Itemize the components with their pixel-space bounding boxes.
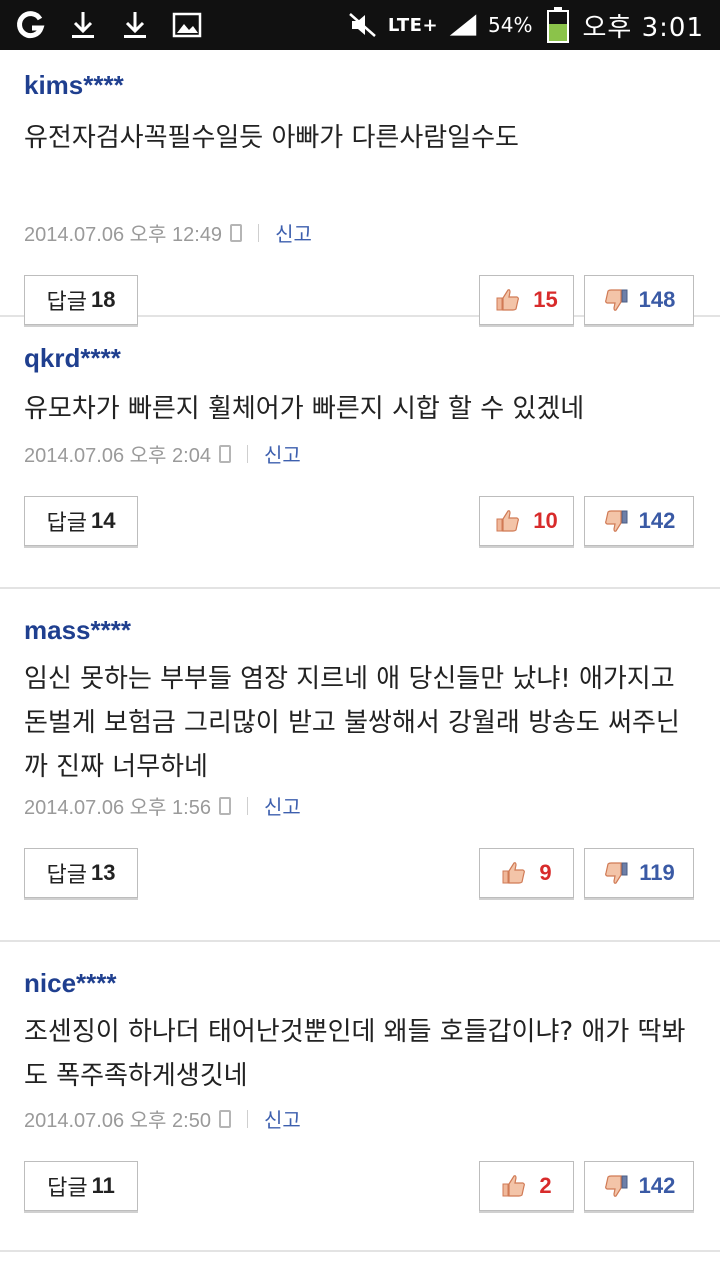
comment-username[interactable]: qkrd**** [24, 343, 121, 374]
report-link[interactable]: 신고 [275, 218, 312, 247]
comment-item: qkrd**** 유모차가 빠른지 휠체어가 빠른지 시합 할 수 있겠네 20… [0, 317, 720, 589]
like-count: 10 [533, 508, 558, 533]
dislike-count: 148 [638, 287, 676, 312]
thumbs-up-icon [496, 510, 520, 532]
thumbs-down-icon [604, 289, 628, 311]
reply-count: 13 [91, 860, 116, 885]
mobile-icon [218, 796, 231, 815]
comment-text: 임신 못하는 부부들 염장 지르네 애 당신들만 났냐! 애가지고 돈벌게 보험… [24, 664, 680, 782]
thumbs-down-icon [604, 1175, 628, 1197]
mute-icon [348, 10, 378, 40]
reply-label: 답글 [47, 1175, 88, 1200]
status-bar: LTE+ 54% 오후 3:01 [0, 0, 720, 50]
reply-count: 11 [91, 1173, 115, 1198]
battery-icon [543, 7, 573, 43]
download-icon [120, 10, 150, 40]
reply-button[interactable]: 답글 13 [24, 848, 138, 898]
report-link[interactable]: 신고 [264, 791, 301, 820]
comment-meta: 2014.07.06 오후 2:50 신고 [24, 1104, 301, 1133]
comment-date: 2014.07.06 오후 12:49 [24, 224, 223, 246]
comment-date: 2014.07.06 오후 2:04 [24, 445, 211, 467]
thumbs-up-icon [496, 289, 520, 311]
comment-username[interactable]: mass**** [24, 615, 131, 646]
comment-text: 조센징이 하나더 태어난것뿐인데 왜들 호들갑이냐? 애가 딱봐도 폭주족하게생… [24, 1017, 686, 1091]
divider [246, 444, 248, 463]
dislike-button[interactable]: 119 [584, 848, 694, 898]
comment-item: mass**** 임신 못하는 부부들 염장 지르네 애 당신들만 났냐! 애가… [0, 589, 720, 942]
reply-label: 답글 [46, 510, 87, 535]
reply-button[interactable]: 답글 14 [24, 496, 138, 546]
signal-icon [448, 10, 478, 40]
clock: 오후 3:01 [582, 12, 704, 43]
comment-text: 유전자검사꼭필수일듯 아빠가 다른사람일수도 [24, 123, 519, 153]
download-icon [68, 10, 98, 40]
dislike-count: 142 [638, 1173, 676, 1198]
comment-meta: 2014.07.06 오후 2:04 신고 [24, 439, 301, 468]
divider [246, 796, 248, 815]
mobile-icon [218, 444, 231, 463]
thumbs-up-icon [502, 862, 526, 884]
comment-username[interactable]: nice**** [24, 968, 117, 999]
image-icon [172, 10, 202, 40]
mobile-icon [218, 1109, 231, 1128]
lte-indicator: LTE+ [387, 14, 439, 36]
thumbs-up-icon [502, 1175, 526, 1197]
comment-text: 유모차가 빠른지 휠체어가 빠른지 시합 할 수 있겠네 [24, 394, 585, 424]
mobile-icon [230, 223, 243, 242]
like-button[interactable]: 9 [479, 848, 574, 898]
comment-date: 2014.07.06 오후 2:50 [24, 1110, 211, 1132]
dislike-button[interactable]: 142 [584, 496, 694, 546]
report-link[interactable]: 신고 [264, 1104, 301, 1133]
like-button[interactable]: 10 [479, 496, 574, 546]
reply-button[interactable]: 답글 11 [24, 1161, 138, 1211]
comment-meta: 2014.07.06 오후 1:56 신고 [24, 791, 301, 820]
app-g-icon [16, 10, 46, 40]
battery-percent: 54% [488, 13, 533, 37]
divider [258, 223, 260, 242]
like-count: 15 [533, 287, 558, 312]
comment-item: kims**** 유전자검사꼭필수일듯 아빠가 다른사람일수도 2014.07.… [0, 50, 720, 325]
like-count: 9 [539, 860, 552, 885]
dislike-count: 119 [639, 860, 675, 885]
thumbs-down-icon [605, 862, 628, 884]
comment-username[interactable]: kims**** [24, 70, 124, 101]
dislike-button[interactable]: 142 [584, 1161, 694, 1211]
reply-label: 답글 [46, 289, 87, 314]
thumbs-down-icon [604, 510, 628, 532]
reply-count: 14 [91, 508, 116, 533]
comment-item: nice**** 조센징이 하나더 태어난것뿐인데 왜들 호들갑이냐? 애가 딱… [0, 942, 720, 1252]
report-link[interactable]: 신고 [264, 439, 301, 468]
divider [246, 1109, 248, 1128]
dislike-count: 142 [638, 508, 676, 533]
like-button[interactable]: 2 [479, 1161, 574, 1211]
comment-date: 2014.07.06 오후 1:56 [24, 797, 211, 819]
reply-count: 18 [91, 287, 116, 312]
comment-meta: 2014.07.06 오후 12:49 신고 [24, 218, 312, 247]
reply-label: 답글 [46, 862, 87, 887]
like-count: 2 [539, 1173, 552, 1198]
